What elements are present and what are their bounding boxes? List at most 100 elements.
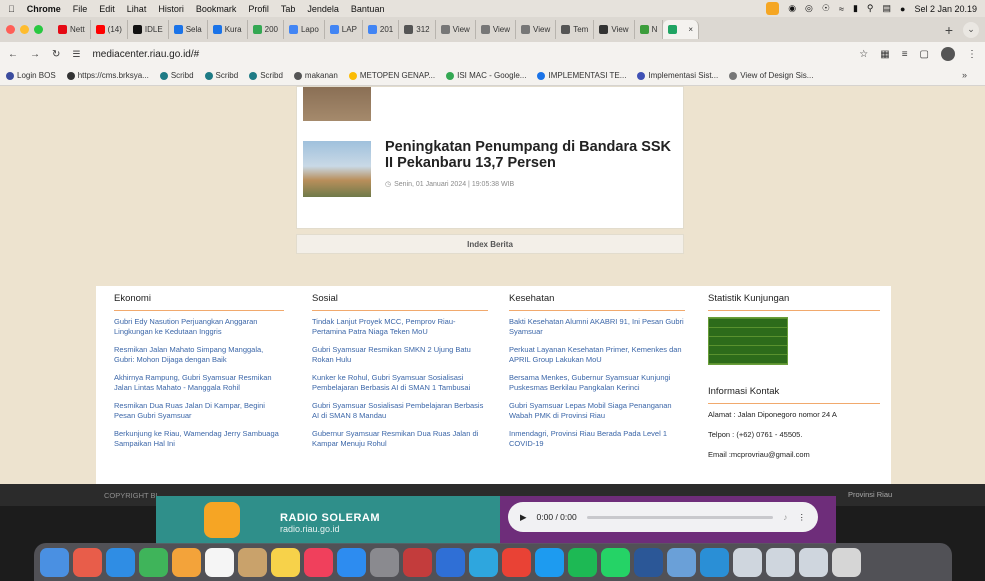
browser-tab[interactable]: View xyxy=(436,20,476,39)
news-link[interactable]: Gubri Syamsuar Sosialisasi Pembelajaran … xyxy=(312,401,488,421)
bookmark-item[interactable]: IMPLEMENTASI TE... xyxy=(537,71,626,80)
safari-icon[interactable] xyxy=(106,547,135,577)
extensions-icon[interactable]: ▦ xyxy=(880,49,889,60)
settings-icon[interactable] xyxy=(370,547,399,577)
audio-menu-icon[interactable]: ⋮ xyxy=(798,512,807,523)
whatsapp-icon[interactable] xyxy=(601,547,630,577)
audio-seek-bar[interactable] xyxy=(586,515,774,519)
telegram-icon[interactable] xyxy=(469,547,498,577)
close-window-button[interactable] xyxy=(6,25,15,34)
control-center-icon[interactable]: ▤ xyxy=(882,3,891,14)
browser-tab[interactable]: 201 xyxy=(363,20,400,39)
forward-arrow-icon[interactable]: → xyxy=(30,49,40,60)
photos-icon[interactable] xyxy=(172,547,201,577)
app-icon[interactable] xyxy=(403,547,432,577)
trash-icon[interactable] xyxy=(832,547,861,577)
bookmark-item[interactable]: View of Design Sis... xyxy=(729,71,813,80)
browser-tab[interactable]: View xyxy=(476,20,517,39)
siri-icon[interactable]: ● xyxy=(900,4,905,14)
news-link[interactable]: Resmikan Jalan Mahato Simpang Manggala, … xyxy=(114,345,284,365)
window-icon[interactable] xyxy=(799,547,828,577)
news-link[interactable]: Inmendagri, Provinsi Riau Berada Pada Le… xyxy=(509,429,685,449)
status-app-icon[interactable]: ◎ xyxy=(805,3,813,14)
browser-tab[interactable]: (14) xyxy=(91,20,128,39)
more-menu-icon[interactable]: ⋮ xyxy=(967,49,977,60)
bookmark-item[interactable]: Scribd xyxy=(159,71,194,80)
news-link[interactable]: Berkunjung ke Riau, Wamendag Jerry Sambu… xyxy=(114,429,284,449)
back-arrow-icon[interactable]: ← xyxy=(8,49,18,60)
radio-url[interactable]: radio.riau.go.id xyxy=(280,524,340,534)
volume-icon[interactable]: ♪ xyxy=(783,512,787,522)
browser-tab[interactable]: Lapo xyxy=(284,20,325,39)
visitor-stats-widget[interactable] xyxy=(708,317,788,365)
news-link[interactable]: Bersama Menkes, Gubernur Syamsuar Kunjun… xyxy=(509,373,685,393)
star-icon[interactable]: ☆ xyxy=(859,49,868,60)
menu-bookmark[interactable]: Bookmark xyxy=(196,4,237,14)
browser-tab[interactable]: LAP xyxy=(325,20,363,39)
bookmark-item[interactable]: makanan xyxy=(293,71,338,80)
menu-window[interactable]: Jendela xyxy=(307,4,339,14)
bookmark-item[interactable]: Scribd xyxy=(204,71,238,80)
browser-tab[interactable]: Tem xyxy=(556,20,595,39)
appstore-icon[interactable] xyxy=(337,547,366,577)
window-icon[interactable] xyxy=(766,547,795,577)
browser-tab[interactable]: Nett xyxy=(53,20,91,39)
minimize-window-button[interactable] xyxy=(20,25,29,34)
profile-avatar[interactable] xyxy=(941,47,955,61)
app-icon[interactable] xyxy=(436,547,465,577)
browser-tab[interactable]: × xyxy=(663,20,700,39)
browser-tab[interactable]: 312 xyxy=(399,20,436,39)
news-link[interactable]: Akhirnya Rampung, Gubri Syamsuar Resmika… xyxy=(114,373,284,393)
spotify-icon[interactable] xyxy=(568,547,597,577)
bookmark-item[interactable]: METOPEN GENAP... xyxy=(348,71,435,80)
play-icon[interactable]: ▶ xyxy=(520,512,527,523)
browser-tab[interactable]: View xyxy=(516,20,557,39)
menu-profile[interactable]: Profil xyxy=(248,4,269,14)
battery-icon[interactable]: ▮ xyxy=(853,3,858,14)
menu-help[interactable]: Bantuan xyxy=(351,4,385,14)
browser-tab[interactable]: View xyxy=(594,20,635,39)
menu-file[interactable]: File xyxy=(73,4,88,14)
news-link[interactable]: Kunker ke Rohul, Gubri Syamsuar Sosialis… xyxy=(312,373,488,393)
notes-icon[interactable] xyxy=(271,547,300,577)
news-link[interactable]: Tindak Lanjut Proyek MCC, Pemprov Riau-P… xyxy=(312,317,488,337)
news-thumbnail[interactable] xyxy=(303,87,371,121)
close-tab-icon[interactable]: × xyxy=(688,25,693,34)
browser-tab[interactable]: N xyxy=(635,20,664,39)
browser-tab[interactable]: IDLE xyxy=(128,20,169,39)
news-thumbnail[interactable] xyxy=(303,141,371,197)
bookmark-item[interactable]: https://cms.brksya... xyxy=(66,71,149,80)
menu-view[interactable]: Lihat xyxy=(127,4,147,14)
menu-edit[interactable]: Edit xyxy=(99,4,115,14)
launchpad-icon[interactable] xyxy=(73,547,102,577)
news-title-link[interactable]: Peningkatan Penumpang di Bandara SSK II … xyxy=(385,139,681,171)
bookmark-item[interactable]: Implementasi Sist... xyxy=(637,71,718,80)
news-link[interactable]: Bakti Kesehatan Alumni AKABRI 91, Ini Pe… xyxy=(509,317,685,337)
news-link[interactable]: Resmikan Dua Ruas Jalan Di Kampar, Begin… xyxy=(114,401,284,421)
news-link[interactable]: Gubri Edy Nasution Perjuangkan Anggaran … xyxy=(114,317,284,337)
status-app-icon[interactable] xyxy=(766,2,780,15)
window-icon[interactable] xyxy=(733,547,762,577)
news-link[interactable]: Gubernur Syamsuar Resmikan Dua Ruas Jala… xyxy=(312,429,488,449)
url-field[interactable]: mediacenter.riau.go.id/# xyxy=(92,49,847,60)
menu-tab[interactable]: Tab xyxy=(281,4,296,14)
reading-list-icon[interactable]: ≡ xyxy=(902,49,908,60)
bookmark-item[interactable]: Login BOS xyxy=(6,71,56,80)
bookmark-item[interactable]: Scribd xyxy=(249,71,283,80)
zoom-window-button[interactable] xyxy=(34,25,43,34)
browser-tab[interactable]: 200 xyxy=(248,20,284,39)
reload-icon[interactable]: ↻ xyxy=(52,49,60,60)
contacts-icon[interactable] xyxy=(238,547,267,577)
status-app-icon[interactable]: ☉ xyxy=(822,3,830,14)
finder-icon[interactable] xyxy=(40,547,69,577)
site-settings-icon[interactable]: ☰ xyxy=(72,49,80,60)
search-icon[interactable]: ⚲ xyxy=(867,3,874,14)
menu-app-name[interactable]: Chrome xyxy=(27,4,61,14)
chrome-icon[interactable] xyxy=(502,547,531,577)
menu-history[interactable]: Histori xyxy=(158,4,184,14)
app-icon[interactable] xyxy=(700,547,729,577)
tab-list-button[interactable]: ⌄ xyxy=(963,21,979,38)
calendar-icon[interactable] xyxy=(205,547,234,577)
news-link[interactable]: Perkuat Layanan Kesehatan Primer, Kemenk… xyxy=(509,345,685,365)
apple-icon[interactable]:  xyxy=(8,4,15,14)
